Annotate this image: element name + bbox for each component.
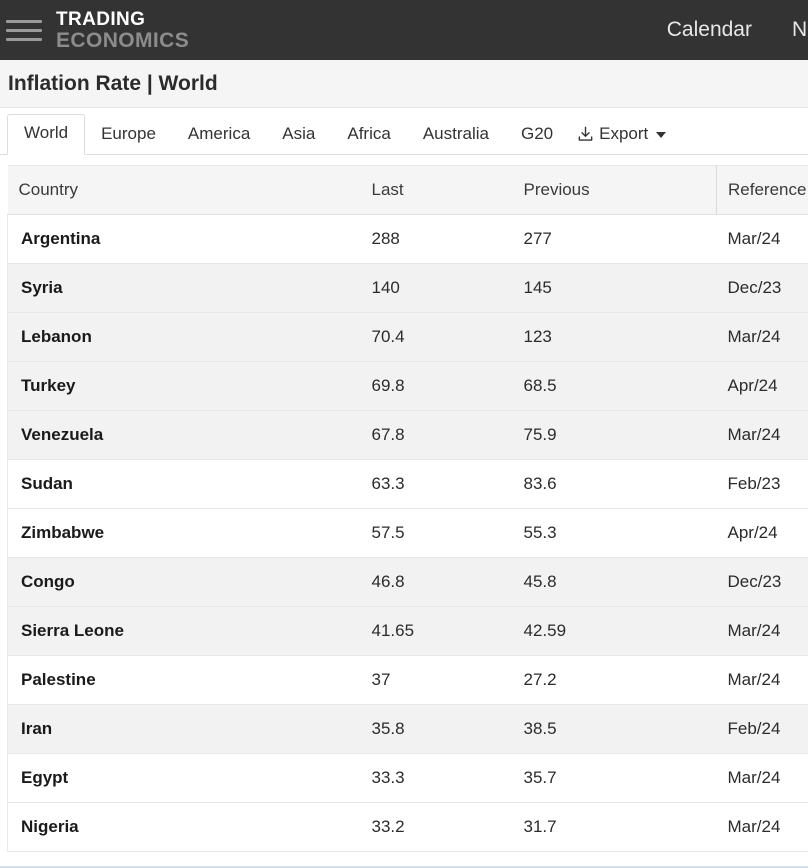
table-row[interactable]: Sudan 63.3 83.6 Feb/23 xyxy=(7,459,808,509)
cell-country: Zimbabwe xyxy=(7,508,361,558)
table-row[interactable]: Nigeria 33.2 31.7 Mar/24 xyxy=(7,802,808,852)
cell-country: Iran xyxy=(7,704,361,754)
cell-reference: Mar/24 xyxy=(716,655,808,705)
cell-last: 288 xyxy=(360,214,513,264)
hamburger-bar-1 xyxy=(6,19,42,23)
cell-last: 57.5 xyxy=(360,508,513,558)
cell-previous: 68.5 xyxy=(512,361,717,411)
cell-previous: 123 xyxy=(512,312,717,362)
cell-last: 140 xyxy=(360,263,513,313)
cell-previous: 31.7 xyxy=(512,802,717,852)
page-title: Inflation Rate | World xyxy=(8,71,218,95)
nav-item-calendar[interactable]: Calendar xyxy=(667,18,752,42)
cell-last: 46.8 xyxy=(360,557,513,607)
cell-country: Argentina xyxy=(7,214,361,264)
tab-america[interactable]: America xyxy=(172,116,266,155)
cell-previous: 55.3 xyxy=(512,508,717,558)
column-header-reference[interactable]: Reference xyxy=(716,165,808,215)
site-logo[interactable]: TRADING ECONOMICS xyxy=(56,10,189,51)
hamburger-bar-2 xyxy=(6,28,42,32)
cell-reference: Mar/24 xyxy=(716,802,808,852)
table-row[interactable]: Turkey 69.8 68.5 Apr/24 xyxy=(7,361,808,411)
cell-country: Sierra Leone xyxy=(7,606,361,656)
cell-last: 33.2 xyxy=(360,802,513,852)
column-header-last[interactable]: Last xyxy=(360,165,513,215)
cell-last: 33.3 xyxy=(360,753,513,803)
logo-line-economics: ECONOMICS xyxy=(56,28,190,52)
tab-g20[interactable]: G20 xyxy=(505,116,569,155)
nav-item-news[interactable]: New xyxy=(792,18,808,42)
export-button-label: Export xyxy=(599,124,649,143)
cell-country: Palestine xyxy=(7,655,361,705)
cell-country: Sudan xyxy=(7,459,361,509)
cell-reference: Apr/24 xyxy=(716,508,808,558)
cell-previous: 42.59 xyxy=(512,606,717,656)
cell-reference: Feb/23 xyxy=(716,459,808,509)
cell-previous: 35.7 xyxy=(512,753,717,803)
region-tab-strip: World Europe America Asia Africa Austral… xyxy=(0,108,808,155)
cell-last: 63.3 xyxy=(360,459,513,509)
cell-reference: Mar/24 xyxy=(716,753,808,803)
table-row[interactable]: Sierra Leone 41.65 42.59 Mar/24 xyxy=(7,606,808,656)
table-row[interactable]: Egypt 33.3 35.7 Mar/24 xyxy=(7,753,808,803)
cell-last: 41.65 xyxy=(360,606,513,656)
cell-reference: Mar/24 xyxy=(716,312,808,362)
tab-world[interactable]: World xyxy=(7,114,86,155)
hamburger-menu-icon[interactable] xyxy=(6,15,42,45)
table-row[interactable]: Lebanon 70.4 123 Mar/24 xyxy=(7,312,808,362)
export-button[interactable]: Export xyxy=(569,115,676,155)
primary-nav: Calendar New xyxy=(667,18,808,42)
table-row[interactable]: Syria 140 145 Dec/23 xyxy=(7,263,808,313)
column-header-country[interactable]: Country xyxy=(7,165,361,215)
cell-last: 37 xyxy=(360,655,513,705)
cell-country: Congo xyxy=(7,557,361,607)
cell-last: 35.8 xyxy=(360,704,513,754)
table-row[interactable]: Congo 46.8 45.8 Dec/23 xyxy=(7,557,808,607)
tab-europe[interactable]: Europe xyxy=(85,116,172,155)
cell-country: Venezuela xyxy=(7,410,361,460)
cell-previous: 75.9 xyxy=(512,410,717,460)
chevron-down-icon xyxy=(656,132,667,138)
table-row[interactable]: Palestine 37 27.2 Mar/24 xyxy=(7,655,808,705)
cell-last: 69.8 xyxy=(360,361,513,411)
cell-country: Lebanon xyxy=(7,312,361,362)
table-header: Country Last Previous Reference xyxy=(7,165,808,215)
tab-australia[interactable]: Australia xyxy=(407,116,505,155)
cell-reference: Mar/24 xyxy=(716,214,808,264)
cell-previous: 277 xyxy=(512,214,717,264)
column-header-previous[interactable]: Previous xyxy=(512,165,717,215)
cell-country: Egypt xyxy=(7,753,361,803)
cell-previous: 145 xyxy=(512,263,717,313)
table-row[interactable]: Venezuela 67.8 75.9 Mar/24 xyxy=(7,410,808,460)
table-container: Country Last Previous Reference Argentin… xyxy=(0,155,808,868)
table-body: Argentina 288 277 Mar/24 Syria 140 145 Dec/23 Le… xyxy=(7,214,808,852)
cell-previous: 83.6 xyxy=(512,459,717,509)
inflation-rate-table: Country Last Previous Reference Argentin… xyxy=(7,165,808,852)
cell-previous: 27.2 xyxy=(512,655,717,705)
page-title-bar: Inflation Rate | World xyxy=(0,60,808,108)
cell-country: Nigeria xyxy=(7,802,361,852)
cell-previous: 45.8 xyxy=(512,557,717,607)
cell-country: Turkey xyxy=(7,361,361,411)
cell-last: 67.8 xyxy=(360,410,513,460)
table-row[interactable]: Argentina 288 277 Mar/24 xyxy=(7,214,808,264)
cell-last: 70.4 xyxy=(360,312,513,362)
table-row[interactable]: Iran 35.8 38.5 Feb/24 xyxy=(7,704,808,754)
cell-reference: Feb/24 xyxy=(716,704,808,754)
logo-line-trading: TRADING xyxy=(56,8,146,30)
cell-reference: Dec/23 xyxy=(716,557,808,607)
hamburger-bar-3 xyxy=(6,37,42,41)
cell-country: Syria xyxy=(7,263,361,313)
table-header-row: Country Last Previous Reference xyxy=(7,165,808,215)
table-row[interactable]: Zimbabwe 57.5 55.3 Apr/24 xyxy=(7,508,808,558)
download-icon xyxy=(577,126,594,143)
cell-reference: Mar/24 xyxy=(716,606,808,656)
tab-africa[interactable]: Africa xyxy=(331,116,406,155)
top-navigation-bar: TRADING ECONOMICS Calendar New xyxy=(0,0,808,60)
tab-asia[interactable]: Asia xyxy=(266,116,331,155)
cell-reference: Mar/24 xyxy=(716,410,808,460)
cell-reference: Apr/24 xyxy=(716,361,808,411)
cell-previous: 38.5 xyxy=(512,704,717,754)
cell-reference: Dec/23 xyxy=(716,263,808,313)
